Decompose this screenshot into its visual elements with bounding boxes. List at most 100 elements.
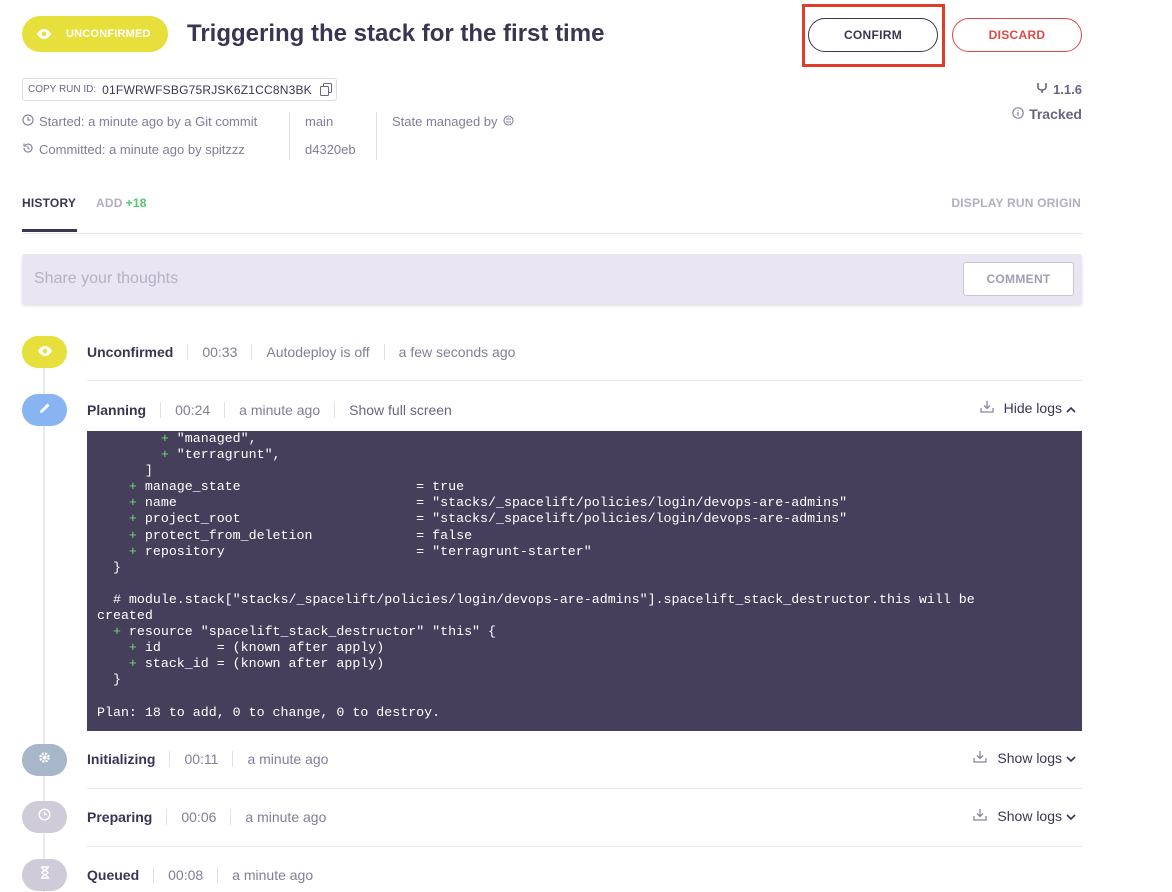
log-line: created	[97, 608, 1072, 624]
autodeploy-status: Autodeploy is off	[266, 344, 370, 360]
log-plus-marker: +	[128, 479, 137, 495]
row-divider	[87, 788, 1082, 789]
step-duration: 00:06	[181, 809, 217, 825]
log-indent	[97, 544, 129, 559]
step-name: Unconfirmed	[87, 344, 174, 360]
tab-add-count: +18	[125, 196, 147, 210]
tab-active-indicator	[22, 229, 77, 232]
committed-text: Committed: a minute ago by spitzzz	[39, 142, 245, 157]
eye-icon	[37, 343, 52, 361]
download-icon[interactable]	[973, 750, 988, 766]
run-id-box[interactable]: COPY RUN ID: 01FWRWFSBG75RJSK6Z1CC8N3BK	[22, 78, 337, 101]
log-plus-marker: +	[128, 656, 137, 672]
copy-icon[interactable]	[319, 83, 332, 96]
log-line: }	[97, 672, 1072, 688]
log-plus-marker: +	[112, 624, 121, 640]
chevron-down-icon[interactable]	[1066, 808, 1076, 824]
queued-step-icon	[22, 859, 67, 891]
planning-step-icon	[22, 394, 67, 426]
log-plus-marker: +	[128, 527, 137, 543]
step-name: Preparing	[87, 809, 153, 825]
chevron-down-icon[interactable]	[1066, 750, 1076, 766]
show-logs-label[interactable]: Show logs	[997, 808, 1062, 824]
branch-name[interactable]: main	[305, 114, 333, 129]
commit-hash[interactable]: d4320eb	[305, 142, 356, 157]
log-line: }	[97, 560, 1072, 576]
show-logs-label[interactable]: Show logs	[997, 750, 1062, 766]
log-line: + resource "spacelift_stack_destructor" …	[97, 624, 1072, 640]
hide-logs-label[interactable]: Hide logs	[1004, 400, 1062, 416]
log-indent	[97, 560, 113, 575]
show-logs-toggle[interactable]: Show logs	[973, 808, 1076, 824]
version-label: 1.1.6	[1053, 82, 1082, 97]
log-text: # module.stack["stacks/_spacelift/polici…	[112, 591, 975, 607]
tabs-divider	[22, 233, 1082, 234]
step-duration: 00:08	[168, 867, 204, 883]
tracked-label: Tracked	[1029, 106, 1082, 122]
discard-button[interactable]: DISCARD	[952, 18, 1082, 52]
clock-icon	[38, 808, 51, 826]
log-plus-marker: +	[128, 543, 137, 559]
log-text: "terragrunt",	[168, 447, 281, 463]
branch-text[interactable]: main	[305, 114, 333, 129]
started-text: Started: a minute ago by a Git commit	[39, 114, 258, 129]
step-name: Planning	[87, 402, 147, 418]
log-indent	[97, 592, 113, 607]
chevron-up-icon[interactable]	[1066, 400, 1076, 416]
display-run-origin-link[interactable]: DISPLAY RUN ORIGIN	[951, 196, 1081, 210]
log-text: protect_from_deletion = false	[136, 527, 473, 543]
committed-info: Committed: a minute ago by spitzzz	[22, 142, 245, 157]
log-indent	[97, 656, 129, 671]
show-logs-toggle[interactable]: Show logs	[973, 750, 1076, 766]
log-indent	[97, 431, 161, 446]
log-plus-marker: +	[160, 447, 169, 463]
step-initializing: Initializing 00:11 a minute ago	[87, 749, 328, 769]
download-icon[interactable]	[973, 808, 988, 824]
row-divider	[87, 380, 1082, 381]
log-indent	[97, 479, 129, 494]
comment-button[interactable]: COMMENT	[963, 262, 1074, 296]
log-indent	[97, 624, 113, 639]
unconfirmed-step-icon	[22, 336, 67, 368]
status-label: UNCONFIRMED	[66, 28, 151, 40]
tab-history[interactable]: HISTORY	[22, 196, 76, 210]
tab-add-label: ADD	[96, 196, 123, 210]
log-text: }	[112, 672, 121, 688]
tab-add[interactable]: ADD +18	[96, 196, 147, 210]
step-unconfirmed: Unconfirmed 00:33 Autodeploy is off a fe…	[87, 342, 515, 362]
log-plus-marker: +	[128, 511, 137, 527]
step-time: a minute ago	[247, 751, 329, 767]
started-info: Started: a minute ago by a Git commit	[22, 114, 257, 129]
log-text: project_root = "stacks/_spacelift/polici…	[136, 511, 848, 527]
log-text: Plan: 18 to add, 0 to change, 0 to destr…	[97, 704, 441, 720]
log-output: + "managed", + "terragrunt", ] + manage_…	[87, 431, 1082, 731]
log-text: manage_state = true	[136, 479, 465, 495]
hide-logs-toggle[interactable]: Hide logs	[979, 400, 1076, 416]
log-text: ]	[144, 463, 153, 479]
history-icon	[22, 142, 34, 157]
log-text: resource "spacelift_stack_destructor" "t…	[120, 624, 496, 640]
log-line: + "terragrunt",	[97, 447, 1072, 463]
log-line: + protect_from_deletion = false	[97, 528, 1072, 544]
log-text: repository = "terragrunt-starter"	[136, 543, 592, 559]
confirm-button[interactable]: CONFIRM	[808, 18, 938, 52]
step-time: a few seconds ago	[398, 344, 516, 360]
meta-divider	[289, 112, 290, 160]
log-line: Plan: 18 to add, 0 to change, 0 to destr…	[97, 705, 1072, 721]
tracked-info: Tracked	[1012, 106, 1082, 122]
spacelift-icon	[502, 114, 514, 129]
log-line: ]	[97, 463, 1072, 479]
log-line: + id = (known after apply)	[97, 640, 1072, 656]
download-icon[interactable]	[979, 400, 994, 416]
version-info: 1.1.6	[1036, 82, 1082, 97]
log-line: # module.stack["stacks/_spacelift/polici…	[97, 592, 1072, 608]
comment-input[interactable]	[34, 268, 934, 290]
branch-icon	[1036, 82, 1048, 97]
show-full-screen-link[interactable]: Show full screen	[349, 402, 452, 418]
copy-run-id-label: COPY RUN ID:	[28, 84, 97, 95]
log-line: + manage_state = true	[97, 479, 1072, 495]
commit-text[interactable]: d4320eb	[305, 142, 356, 157]
log-line: + stack_id = (known after apply)	[97, 656, 1072, 672]
